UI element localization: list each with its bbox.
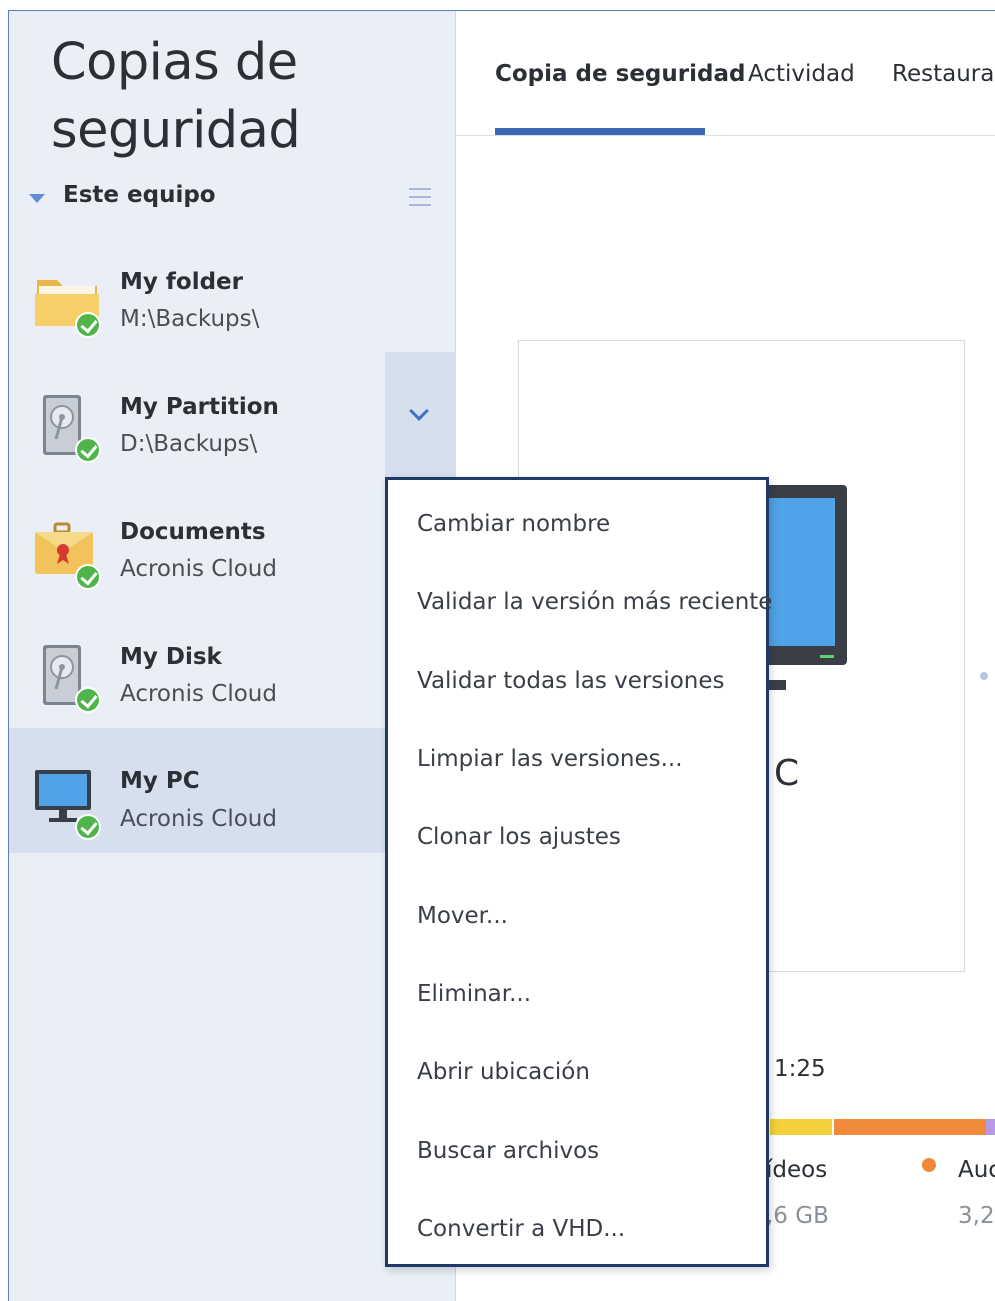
page-title-line1: Copias de xyxy=(51,33,298,92)
backup-item-location: Acronis Cloud xyxy=(120,556,277,582)
backup-item-name: My PC xyxy=(120,768,200,794)
legend-dot-audio xyxy=(922,1158,936,1172)
status-ok-icon xyxy=(75,687,101,713)
backup-item-location: D:\Backups\ xyxy=(120,431,258,457)
usage-segment-videos xyxy=(770,1119,832,1135)
backup-item-location: Acronis Cloud xyxy=(120,681,277,707)
menu-item-eliminar[interactable]: Eliminar... xyxy=(417,981,531,1007)
context-menu: Cambiar nombre Validar la versión más re… xyxy=(385,477,772,1267)
carousel-dot[interactable] xyxy=(980,672,988,680)
page-title-line2: seguridad xyxy=(51,101,301,160)
menu-item-clonar-ajustes[interactable]: Clonar los ajustes xyxy=(417,824,621,850)
app-window: Copias de seguridad Este equipo My folde… xyxy=(0,0,995,1301)
menu-item-buscar-archivos[interactable]: Buscar archivos xyxy=(417,1138,599,1164)
chevron-down-icon xyxy=(409,401,429,421)
tab-copia-de-seguridad[interactable]: Copia de seguridad xyxy=(495,61,745,87)
legend-size-audio: 3,2 xyxy=(958,1203,995,1229)
card-title: C xyxy=(774,753,800,794)
backup-item-name: My Partition xyxy=(120,394,279,420)
backup-time: 1:25 xyxy=(774,1056,826,1082)
backup-item-location: M:\Backups\ xyxy=(120,306,260,332)
menu-item-abrir-ubicacion[interactable]: Abrir ubicación xyxy=(417,1059,590,1085)
backup-item-name: My Disk xyxy=(120,644,222,670)
list-menu-icon[interactable] xyxy=(409,188,431,206)
usage-segment-audio xyxy=(834,1119,986,1135)
status-ok-icon xyxy=(75,312,101,338)
legend-label-audio: Auc xyxy=(958,1157,995,1183)
item-options-button[interactable] xyxy=(385,352,456,477)
legend-size-videos: ,6 GB xyxy=(766,1203,829,1229)
tab-bar: Copia de seguridad Actividad Restaurar xyxy=(456,11,995,136)
status-ok-icon xyxy=(75,814,101,840)
backup-item-my-folder[interactable]: My folder M:\Backups\ xyxy=(9,238,456,363)
menu-item-cambiar-nombre[interactable]: Cambiar nombre xyxy=(417,511,610,537)
menu-item-limpiar-versiones[interactable]: Limpiar las versiones... xyxy=(417,746,683,772)
backup-item-name: My folder xyxy=(120,269,243,295)
group-label: Este equipo xyxy=(63,182,216,208)
active-tab-indicator xyxy=(495,128,705,135)
menu-item-validar-version-reciente[interactable]: Validar la versión más reciente xyxy=(417,589,772,615)
storage-usage-bar xyxy=(770,1119,995,1135)
tab-actividad[interactable]: Actividad xyxy=(748,61,855,87)
usage-segment-other xyxy=(986,1119,995,1135)
monitor-led xyxy=(820,655,834,658)
tab-restaurar[interactable]: Restaurar xyxy=(892,61,995,87)
menu-item-validar-todas-versiones[interactable]: Validar todas las versiones xyxy=(417,668,725,694)
backup-item-name: Documents xyxy=(120,519,266,545)
caret-down-icon[interactable] xyxy=(29,194,45,203)
status-ok-icon xyxy=(75,437,101,463)
monitor-stand xyxy=(768,680,786,690)
backup-item-location: Acronis Cloud xyxy=(120,806,277,832)
menu-item-convertir-vhd[interactable]: Convertir a VHD... xyxy=(417,1216,625,1242)
status-ok-icon xyxy=(75,564,101,590)
legend-label-videos: ídeos xyxy=(766,1157,828,1183)
page-title: Copias de seguridad xyxy=(51,29,301,165)
menu-item-mover[interactable]: Mover... xyxy=(417,903,508,929)
